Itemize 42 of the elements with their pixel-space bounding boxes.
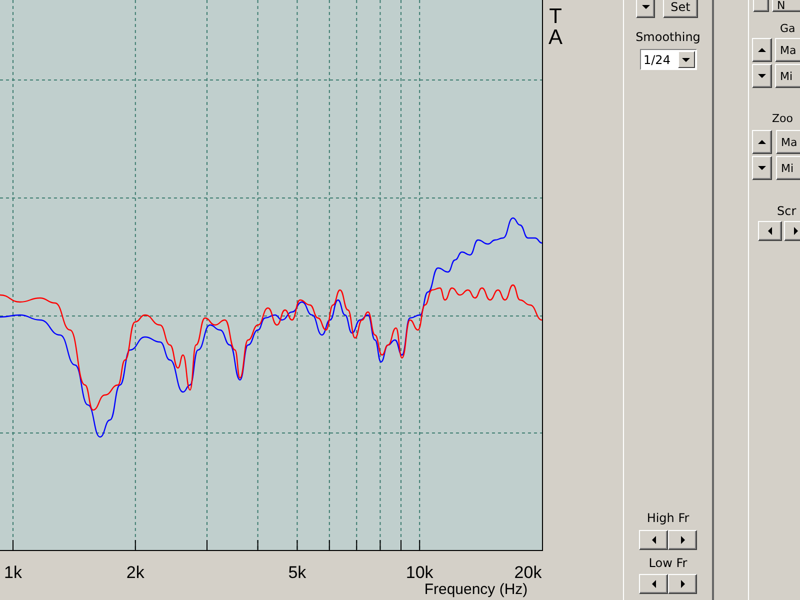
- up-arrow-button[interactable]: [752, 38, 772, 62]
- smoothing-select[interactable]: 1/24: [640, 49, 696, 70]
- right-arrow-button[interactable]: [668, 574, 697, 594]
- gain-button[interactable]: Ma: [775, 38, 800, 62]
- left-arrow-button[interactable]: [639, 530, 668, 550]
- right-arrow-icon: [678, 536, 686, 544]
- up-arrow-icon: [758, 46, 766, 54]
- gain-label: Ga: [780, 22, 796, 35]
- down-arrow-icon: [758, 72, 766, 80]
- axis-tick-label: 20k: [514, 563, 542, 582]
- left-arrow-button[interactable]: [758, 221, 782, 241]
- dropdown-button[interactable]: [636, 0, 655, 18]
- axis-tick-label: 1k: [4, 563, 22, 582]
- left-arrow-icon: [650, 580, 658, 588]
- set-button[interactable]: Set: [663, 0, 698, 18]
- up-arrow-icon: [758, 138, 766, 146]
- high-frequency-label: High Fr: [646, 511, 690, 525]
- side-label: TA: [547, 6, 564, 51]
- zoom-button[interactable]: Mi: [776, 156, 800, 180]
- zoom-button[interactable]: Ma: [776, 130, 800, 154]
- top-button[interactable]: N: [772, 0, 800, 12]
- zoom-label: Zoo: [772, 112, 794, 125]
- down-arrow-icon: [758, 164, 766, 172]
- low-frequency-label: Low Fr: [648, 556, 688, 570]
- smoothing-label: Smoothing: [636, 30, 700, 44]
- left-arrow-icon: [650, 536, 658, 544]
- right-arrow-icon: [792, 227, 800, 235]
- caret-icon: [642, 3, 650, 11]
- right-arrow-icon: [678, 580, 686, 588]
- up-arrow-button[interactable]: [752, 130, 772, 154]
- down-arrow-button[interactable]: [752, 64, 772, 88]
- right-arrow-button[interactable]: [668, 530, 697, 550]
- caret-icon: [682, 56, 690, 64]
- left-arrow-icon: [766, 227, 774, 235]
- down-arrow-button[interactable]: [752, 156, 772, 180]
- axis-tick-label: 5k: [288, 563, 306, 582]
- axis-title: Frequency (Hz): [424, 581, 528, 598]
- scroll-label: Scr: [777, 204, 798, 218]
- axis-tick-label: 2k: [126, 563, 144, 582]
- gain-button[interactable]: Mi: [775, 64, 800, 88]
- left-arrow-button[interactable]: [639, 574, 668, 594]
- axis-tick-label: 10k: [406, 563, 434, 582]
